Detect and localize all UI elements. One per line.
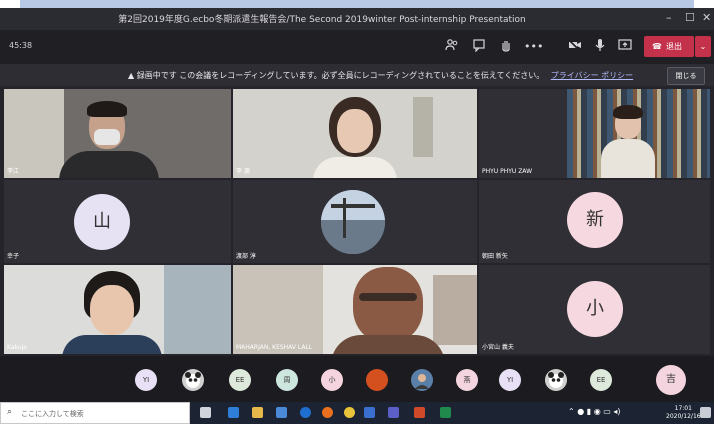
presentation-banner-strip: [20, 0, 694, 8]
participants-icon[interactable]: [443, 38, 461, 56]
internet-explorer-icon[interactable]: [300, 407, 311, 418]
recording-banner: ▲ 録画中です この会議をレコーディングしています。必ず全員にレコーディングされ…: [0, 64, 714, 86]
window-title: 第2回2019年度G.ecbo冬期派遣生報告会/The Second 2019w…: [118, 15, 526, 25]
participant-name: PHYU PHYU ZAW: [482, 168, 533, 175]
firefox-icon[interactable]: [322, 407, 333, 418]
participant-name: 李 源: [236, 168, 250, 175]
participant-initial-avatar: 小: [567, 281, 623, 337]
photos-icon[interactable]: [276, 407, 287, 418]
participant-initial-avatar: 新: [567, 192, 623, 248]
participant-name: 幸子: [7, 253, 20, 260]
clock-time: 17:01: [674, 405, 692, 412]
microphone-icon[interactable]: [591, 38, 609, 56]
participant-name: 朝田 新矢: [482, 253, 508, 260]
dismiss-banner-button[interactable]: 閉じる: [667, 67, 705, 85]
tray-avatar[interactable]: 小: [321, 369, 343, 391]
windows-taskbar: ⌕ ここに入力して検索 ⌃ ● ▮ ◉ ▭ ◂) 17:01 2020/12/1…: [0, 402, 714, 424]
participant-tile[interactable]: Kakujo: [4, 265, 231, 354]
chrome-icon[interactable]: [344, 407, 355, 418]
meeting-duration: 45:38: [9, 41, 33, 50]
window-title-bar: 第2回2019年度G.ecbo冬期派遣生報告会/The Second 2019w…: [0, 8, 714, 30]
close-window-button[interactable]: ✕: [702, 11, 711, 24]
participant-tile[interactable]: 山 幸子: [4, 180, 231, 263]
face-mask: [94, 129, 120, 145]
phone-hangup-icon: ☎: [652, 42, 662, 51]
chat-icon[interactable]: [470, 38, 488, 56]
warning-icon: ▲: [128, 71, 137, 80]
tray-avatar[interactable]: 吉: [656, 365, 686, 395]
person-avatar-icon[interactable]: [411, 369, 433, 391]
participant-tile[interactable]: 渡部 淳: [233, 180, 477, 263]
word-icon[interactable]: [364, 407, 375, 418]
share-screen-icon[interactable]: [616, 38, 634, 56]
taskbar-clock[interactable]: 17:01 2020/12/16: [666, 405, 701, 421]
participant-tray: YI EE 周 小 燕 YI EE 吉: [0, 356, 714, 402]
participant-photo-avatar: [321, 190, 385, 254]
task-view-icon[interactable]: [200, 407, 211, 418]
participant-name: 小宮山 義夫: [482, 344, 514, 351]
tray-avatar[interactable]: EE: [590, 369, 612, 391]
leave-label: 退出: [666, 42, 682, 51]
tray-avatar[interactable]: 燕: [456, 369, 478, 391]
minimize-button[interactable]: –: [666, 11, 672, 24]
participant-name: MAHARJAN, KESHAV LALL: [236, 344, 313, 351]
panda-avatar-icon[interactable]: [182, 369, 204, 391]
participant-tile[interactable]: 小 小宮山 義夫: [479, 265, 710, 354]
camera-off-icon[interactable]: [566, 38, 584, 56]
participant-tile[interactable]: 李江: [4, 89, 231, 178]
tray-avatar[interactable]: EE: [229, 369, 251, 391]
recording-text: 録画中です この会議をレコーディングしています。必ず全員にレコーディングされてい…: [136, 71, 545, 80]
excel-icon[interactable]: [440, 407, 451, 418]
participant-initial-avatar: 山: [74, 194, 130, 250]
powerpoint-icon[interactable]: [414, 407, 425, 418]
leave-button[interactable]: ☎ 退出: [644, 36, 694, 57]
privacy-policy-link[interactable]: プライバシー ポリシー: [551, 71, 633, 80]
tray-avatar[interactable]: YI: [135, 369, 157, 391]
participant-grid: 李江 李 源 PHYU PHYU ZAW 山 幸子 渡部 淳 新 朝田 新矢 K…: [0, 86, 714, 356]
participant-tile[interactable]: 新 朝田 新矢: [479, 180, 710, 263]
recording-notice: ▲ 録画中です この会議をレコーディングしています。必ず全員にレコーディングされ…: [128, 70, 633, 81]
panda-avatar-icon[interactable]: [545, 369, 567, 391]
meeting-toolbar: 45:38 ••• ☎ 退出 ⌄: [0, 30, 714, 64]
participant-name: 李江: [7, 168, 20, 175]
participant-face: [353, 267, 423, 343]
participant-tile[interactable]: 李 源: [233, 89, 477, 178]
more-options-icon[interactable]: •••: [524, 38, 543, 56]
participant-name: 渡部 淳: [236, 253, 256, 260]
sunset-avatar-icon[interactable]: [366, 369, 388, 391]
edge-icon[interactable]: [228, 407, 239, 418]
tray-avatar[interactable]: YI: [499, 369, 521, 391]
search-placeholder: ここに入力して検索: [21, 410, 84, 418]
raise-hand-icon[interactable]: [497, 38, 515, 56]
participant-face: [337, 109, 373, 153]
teams-icon[interactable]: [388, 407, 399, 418]
participant-video: [567, 89, 710, 178]
search-icon: ⌕: [7, 407, 13, 417]
clock-date: 2020/12/16: [666, 413, 701, 420]
participant-face: [90, 285, 134, 335]
maximize-button[interactable]: ☐: [685, 11, 695, 24]
notification-icon[interactable]: [700, 407, 711, 418]
participant-tile[interactable]: PHYU PHYU ZAW: [479, 89, 710, 178]
participant-tile[interactable]: MAHARJAN, KESHAV LALL: [233, 265, 477, 354]
system-tray-icons[interactable]: ⌃ ● ▮ ◉ ▭ ◂): [568, 407, 620, 416]
tray-avatar[interactable]: 周: [276, 369, 298, 391]
chevron-down-icon[interactable]: ⌄: [695, 36, 711, 57]
taskbar-search-box[interactable]: ⌕ ここに入力して検索: [0, 402, 190, 424]
file-explorer-icon[interactable]: [252, 407, 263, 418]
participant-name: Kakujo: [7, 344, 27, 351]
